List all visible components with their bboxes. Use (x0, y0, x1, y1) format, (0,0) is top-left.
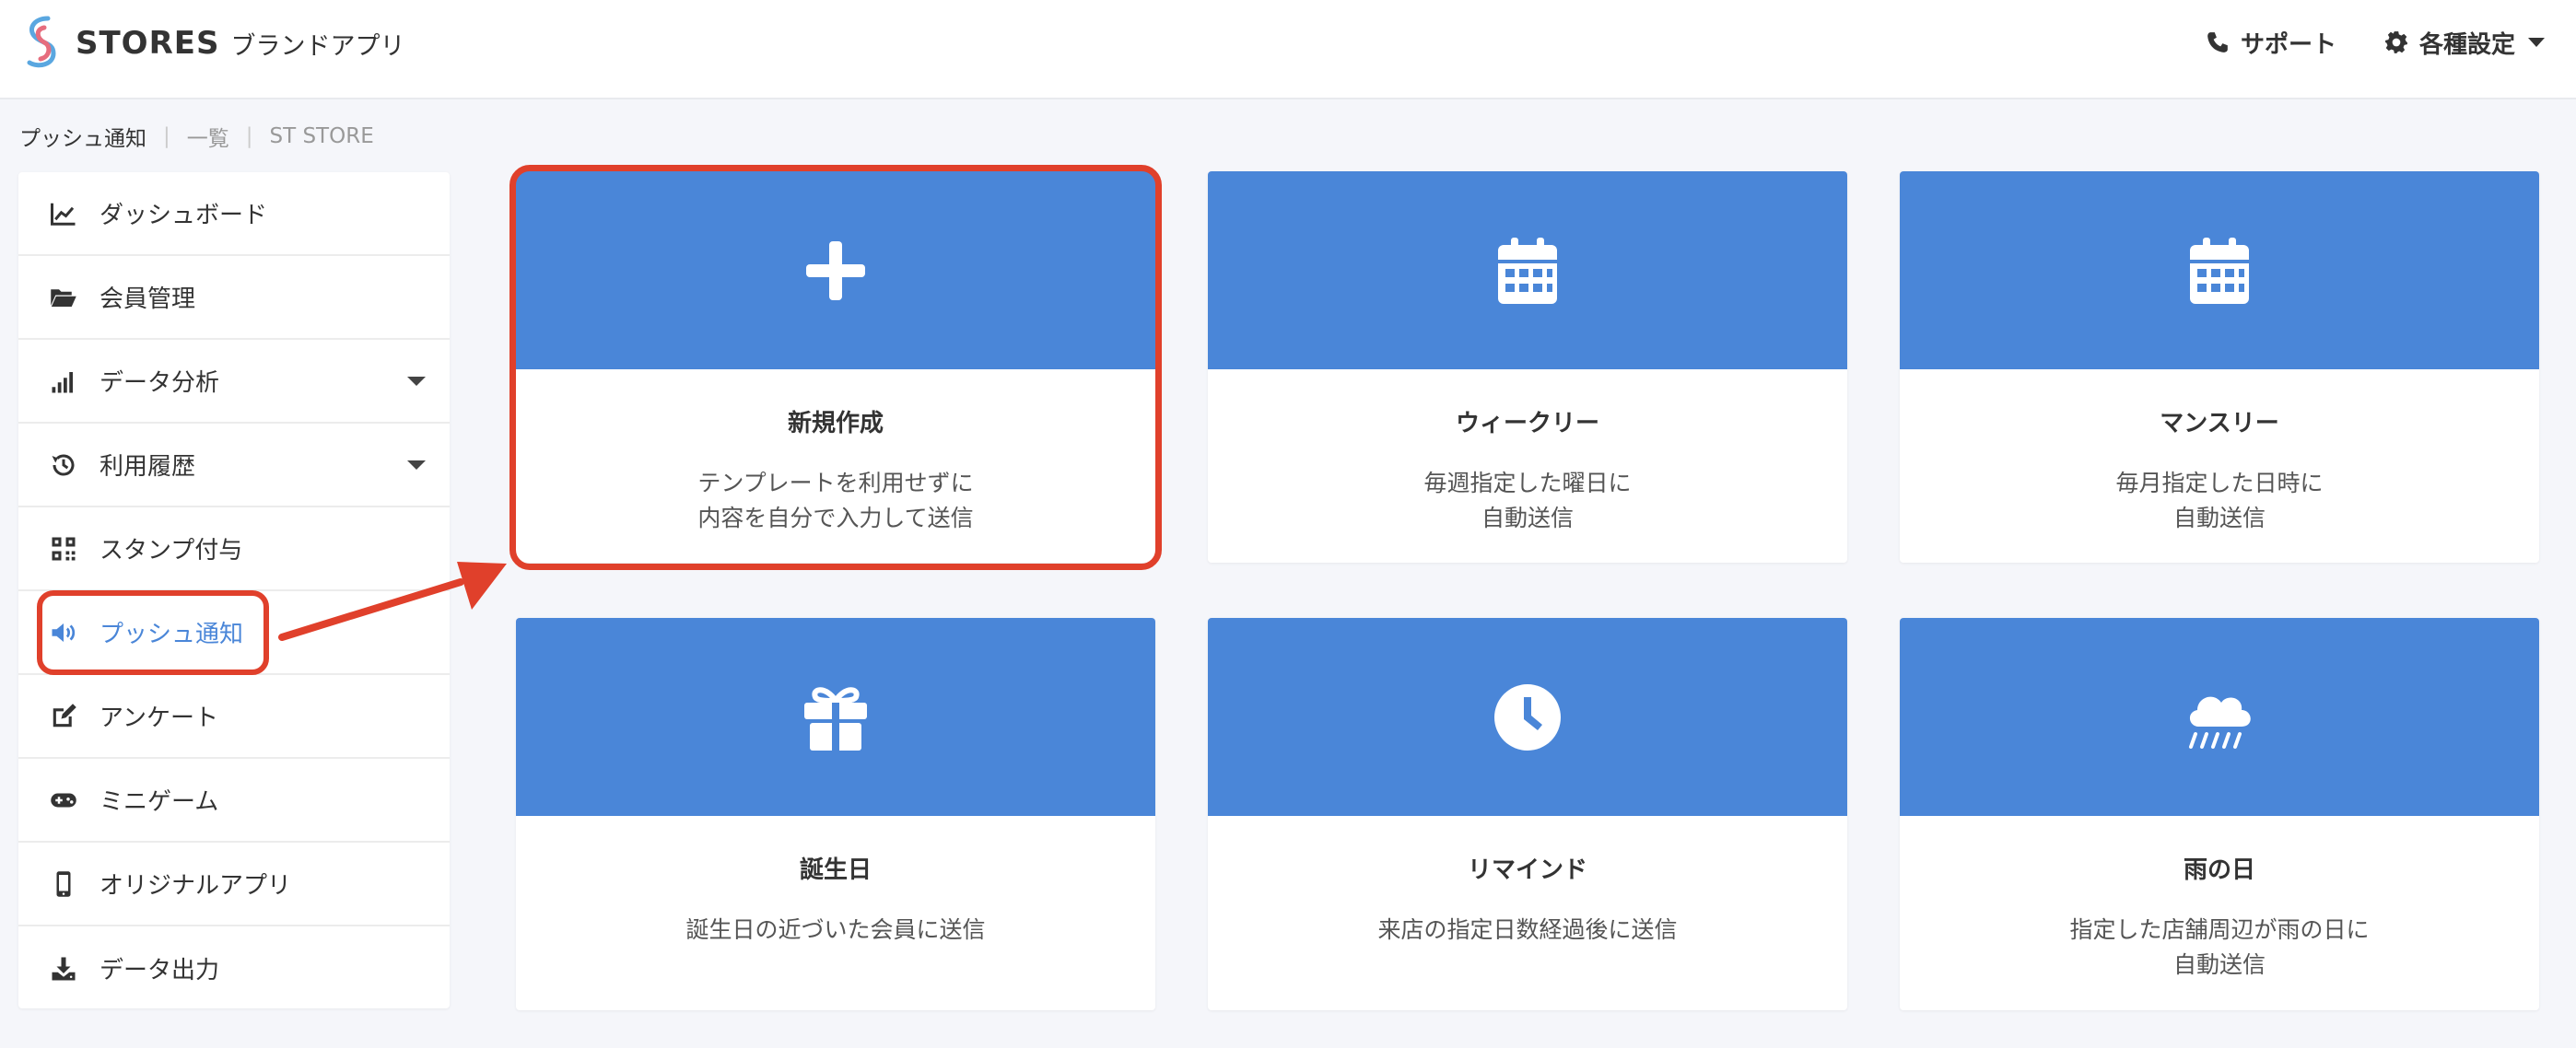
sidebar-item-original-app[interactable]: オリジナルアプリ (18, 843, 450, 926)
sidebar-item-label: アンケート (100, 704, 218, 732)
card-description: テンプレートを利用せずに 内容を自分で入力して送信 (516, 466, 1155, 536)
gamepad-icon (51, 793, 76, 807)
chevron-down-icon[interactable] (407, 377, 426, 386)
phone-icon (2207, 32, 2228, 52)
template-card-remind[interactable]: リマインド 来店の指定日数経過後に送信 (1208, 618, 1847, 1010)
chevron-down-icon[interactable] (407, 460, 426, 470)
card-description: 毎月指定した日時に 自動送信 (1900, 466, 2539, 536)
template-card-monthly[interactable]: マンスリー 毎月指定した日時に 自動送信 (1900, 171, 2539, 563)
history-icon (52, 454, 75, 476)
sidebar-item-export[interactable]: データ出力 (18, 926, 450, 1010)
sidebar-item-label: データ分析 (100, 369, 220, 397)
chevron-down-icon (2528, 38, 2546, 47)
card-title: リマインド (1467, 856, 1587, 884)
card-desc-line: 毎月指定した日時に (2115, 470, 2324, 496)
calendar-icon (1498, 237, 1557, 304)
sidebar-item-label: ダッシュボード (100, 202, 268, 229)
card-band (1208, 618, 1847, 816)
breadcrumb: プッシュ通知 | 一覧 | ST STORE (19, 122, 374, 151)
breadcrumb-separator: | (245, 124, 253, 148)
card-desc-line: 毎週指定した曜日に (1423, 470, 1632, 496)
card-description: 指定した店舗周辺が雨の日に 自動送信 (1900, 913, 2539, 983)
card-description: 毎週指定した曜日に 自動送信 (1208, 466, 1847, 536)
support-label: サポート (2241, 30, 2337, 59)
sidebar-item-push-notification[interactable]: プッシュ通知 (18, 591, 450, 675)
card-band (1208, 171, 1847, 369)
cloud-rain-icon (2189, 696, 2251, 749)
sidebar-item-label: データ出力 (100, 957, 220, 984)
breadcrumb-item-store: ST STORE (269, 124, 374, 148)
chart-line-icon (51, 203, 76, 226)
breadcrumb-separator: | (163, 124, 170, 148)
card-desc-line: 自動送信 (2172, 951, 2266, 978)
card-title: ウィークリー (1455, 410, 1599, 437)
sidebar-item-label: プッシュ通知 (100, 621, 244, 648)
stores-logo-icon (27, 16, 56, 68)
sidebar-item-label: 利用履歴 (100, 453, 196, 481)
plus-icon (806, 240, 865, 300)
card-title: マンスリー (2160, 410, 2279, 437)
clock-icon (1494, 683, 1561, 751)
card-desc-line: 誕生日の近づいた会員に送信 (685, 916, 986, 943)
sidebar: ダッシュボード 会員管理 データ分析 利用履歴 スタンプ付与 プッシュ通知 アン… (18, 172, 450, 1008)
template-card-new[interactable]: 新規作成 テンプレートを利用せずに 内容を自分で入力して送信 (516, 171, 1155, 563)
sidebar-item-analytics[interactable]: データ分析 (18, 340, 450, 424)
card-title: 雨の日 (2183, 856, 2255, 884)
card-band (1900, 171, 2539, 369)
card-band (1900, 618, 2539, 816)
edit-icon (53, 703, 76, 727)
sidebar-item-label: スタンプ付与 (100, 537, 243, 565)
card-desc-line: 内容を自分で入力して送信 (697, 505, 974, 531)
sidebar-item-survey[interactable]: アンケート (18, 675, 450, 759)
template-card-birthday[interactable]: 誕生日 誕生日の近づいた会員に送信 (516, 618, 1155, 1010)
settings-label: 各種設定 (2419, 30, 2516, 59)
card-desc-line: 自動送信 (1481, 505, 1574, 531)
card-title: 新規作成 (787, 410, 884, 437)
card-desc-line: テンプレートを利用せずに (697, 470, 974, 496)
card-description: 誕生日の近づいた会員に送信 (516, 913, 1155, 948)
card-title: 誕生日 (799, 856, 872, 884)
card-band (516, 618, 1155, 816)
sidebar-item-label: ミニゲーム (100, 788, 219, 816)
template-card-rainy-day[interactable]: 雨の日 指定した店舗周辺が雨の日に 自動送信 (1900, 618, 2539, 1010)
qrcode-icon (52, 537, 76, 560)
settings-dropdown[interactable]: 各種設定 (2384, 24, 2546, 61)
gift-icon (804, 686, 867, 751)
sidebar-item-minigame[interactable]: ミニゲーム (18, 759, 450, 843)
calendar-icon (2190, 237, 2249, 304)
sidebar-item-label: 会員管理 (100, 285, 196, 313)
breadcrumb-item-list[interactable]: 一覧 (187, 121, 229, 152)
sidebar-item-history[interactable]: 利用履歴 (18, 424, 450, 507)
megaphone-icon (52, 623, 76, 642)
sidebar-item-label: オリジナルアプリ (100, 872, 292, 900)
folder-open-icon (51, 288, 76, 307)
card-desc-line: 自動送信 (2172, 505, 2266, 531)
support-link[interactable]: サポート (2206, 24, 2336, 61)
sidebar-item-members[interactable]: 会員管理 (18, 256, 450, 340)
sidebar-item-stamp[interactable]: スタンプ付与 (18, 507, 450, 591)
card-band (516, 171, 1155, 369)
download-icon (52, 957, 76, 980)
logo-word: STORES (76, 25, 220, 62)
breadcrumb-item-push[interactable]: プッシュ通知 (19, 121, 146, 152)
brand-logo[interactable]: STORES ブランドアプリ (17, 13, 404, 74)
card-description: 来店の指定日数経過後に送信 (1208, 913, 1847, 948)
card-desc-line: 来店の指定日数経過後に送信 (1377, 916, 1678, 943)
signal-bars-icon (52, 371, 73, 392)
logo-subtitle: ブランドアプリ (230, 31, 405, 61)
card-desc-line: 指定した店舗周辺が雨の日に (2069, 916, 2370, 943)
sidebar-item-dashboard[interactable]: ダッシュボード (18, 172, 450, 256)
gear-icon (2385, 31, 2407, 53)
mobile-icon (56, 870, 71, 897)
template-card-weekly[interactable]: ウィークリー 毎週指定した曜日に 自動送信 (1208, 171, 1847, 563)
top-navbar: STORES ブランドアプリ サポート 各種設定 (0, 0, 2576, 99)
